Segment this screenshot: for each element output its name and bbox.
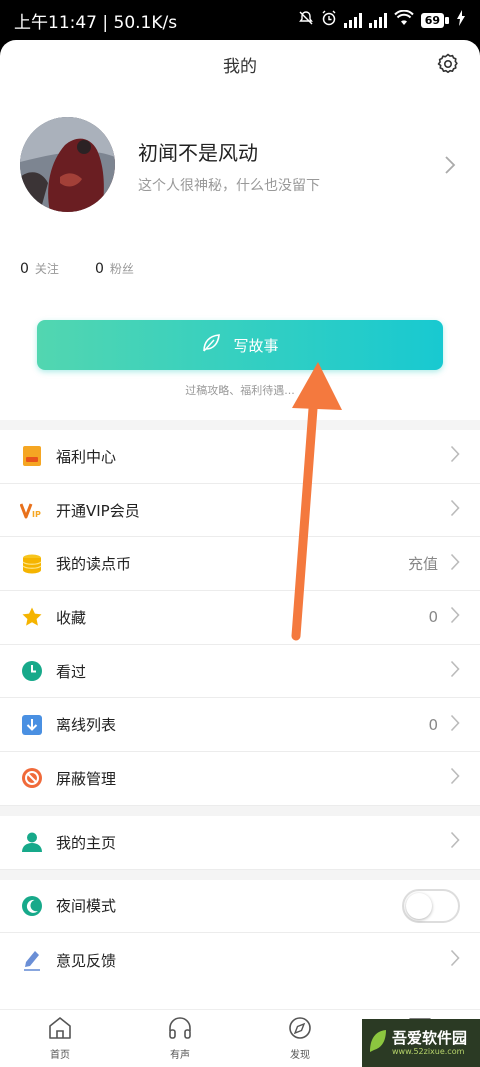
- menu-item-offline-list[interactable]: 离线列表 0: [0, 698, 480, 753]
- following-label: 关注: [34, 262, 59, 276]
- watermark-url: www.52zixue.com: [392, 1046, 465, 1056]
- section-divider: [0, 805, 480, 816]
- menu-item-feedback[interactable]: 意见反馈: [0, 933, 480, 987]
- download-icon: [20, 713, 44, 737]
- person-icon: [20, 830, 44, 854]
- menu-label: 福利中心: [56, 447, 117, 466]
- toggle-knob: [406, 892, 432, 919]
- vip-icon: IP: [20, 498, 44, 522]
- fans-label: 粉丝: [109, 262, 134, 276]
- menu-item-vip[interactable]: IP 开通VIP会员: [0, 484, 480, 538]
- moon-icon: [20, 894, 44, 918]
- write-story-label: 写故事: [233, 336, 279, 355]
- title-bar: 我的: [0, 40, 480, 88]
- battery-level: 69: [420, 12, 444, 28]
- charging-icon: [456, 9, 466, 31]
- leaf-logo-icon: [368, 1028, 388, 1058]
- avatar[interactable]: [20, 117, 115, 212]
- wifi-icon: [393, 9, 414, 31]
- menu-item-history[interactable]: 看过: [0, 645, 480, 699]
- fans-count: 0: [94, 261, 104, 277]
- stats-bar: 0 关注 0 粉丝: [20, 260, 134, 277]
- status-bar: 上午11:47 | 50.1K/s 69: [0, 0, 480, 40]
- chevron-right-icon: [450, 714, 460, 736]
- menu-label: 看过: [56, 662, 87, 681]
- pen-icon: [20, 948, 44, 972]
- svg-text:IP: IP: [32, 510, 41, 519]
- fans-stat[interactable]: 0 粉丝: [95, 260, 134, 277]
- signal-1-icon: [343, 12, 362, 28]
- night-mode-toggle[interactable]: [402, 888, 460, 923]
- chevron-right-icon: [450, 831, 460, 853]
- tab-audio[interactable]: 有声: [120, 1010, 240, 1067]
- chevron-right-icon: [450, 553, 460, 575]
- menu-item-welfare-center[interactable]: 福利中心: [0, 430, 480, 484]
- section-divider: [0, 420, 480, 430]
- clock-icon: [20, 659, 44, 683]
- page-title: 我的: [223, 56, 257, 77]
- menu-item-my-homepage[interactable]: 我的主页: [0, 816, 480, 870]
- menu-label: 意见反馈: [56, 951, 117, 970]
- menu-label: 离线列表: [56, 716, 117, 735]
- menu-label: 收藏: [56, 608, 87, 627]
- chevron-right-icon: [450, 949, 460, 971]
- gift-icon: [20, 444, 44, 468]
- tab-label: 发现: [290, 1050, 310, 1061]
- status-time: 上午11:47 | 50.1K/s: [14, 12, 178, 33]
- menu-item-favorites[interactable]: 收藏 0: [0, 591, 480, 645]
- menu-section-main: 福利中心 IP 开通VIP会员 我的读点币 充值 收藏 0 看过 离线列表 0 …: [0, 420, 480, 987]
- menu-item-night-mode: 夜间模式: [0, 880, 480, 934]
- following-count: 0: [20, 261, 29, 277]
- star-icon: [20, 605, 44, 629]
- home-icon: [47, 1016, 73, 1043]
- offline-count: 0: [428, 715, 438, 734]
- app-screen: 我的 初闻不是风动 这个人很神秘，什么也没留下 0 关注 0 粉丝 写故事 过稿…: [0, 40, 480, 1067]
- compass-icon: [287, 1016, 313, 1043]
- chevron-right-icon: [450, 660, 460, 682]
- alarm-icon: [321, 10, 337, 31]
- recharge-link[interactable]: 充值: [408, 553, 438, 574]
- username: 初闻不是风动: [138, 141, 258, 165]
- coins-icon: [20, 552, 44, 576]
- tab-label: 有声: [170, 1050, 190, 1061]
- section-divider: [0, 869, 480, 880]
- menu-label: 开通VIP会员: [56, 501, 140, 520]
- write-story-button[interactable]: 写故事: [37, 320, 443, 370]
- favorites-count: 0: [428, 608, 438, 627]
- user-bio: 这个人很神秘，什么也没留下: [138, 178, 320, 194]
- chevron-right-icon: [450, 767, 460, 789]
- block-icon: [20, 766, 44, 790]
- gear-icon[interactable]: [436, 52, 460, 76]
- chevron-right-icon: [450, 499, 460, 521]
- menu-label: 我的主页: [56, 833, 117, 852]
- signal-2-icon: [368, 12, 387, 28]
- mute-icon: [298, 10, 314, 31]
- write-hint[interactable]: 过稿攻略、福利待遇...: [0, 382, 480, 398]
- following-stat[interactable]: 0 关注: [20, 260, 59, 277]
- menu-label: 我的读点币: [56, 555, 132, 574]
- site-watermark: 吾爱软件园 www.52zixue.com: [362, 1019, 480, 1067]
- chevron-right-icon: [444, 155, 456, 179]
- menu-label: 夜间模式: [56, 897, 117, 916]
- tab-label: 首页: [50, 1050, 70, 1061]
- menu-label: 屏蔽管理: [56, 769, 117, 788]
- battery-pin-icon: [445, 16, 449, 24]
- chevron-right-icon: [450, 445, 460, 467]
- menu-item-block-manage[interactable]: 屏蔽管理: [0, 752, 480, 806]
- leaf-icon: [201, 333, 221, 357]
- menu-item-read-coins[interactable]: 我的读点币 充值: [0, 537, 480, 592]
- headphones-icon: [167, 1016, 193, 1043]
- tab-discover[interactable]: 发现: [240, 1010, 360, 1067]
- chevron-right-icon: [450, 606, 460, 628]
- tab-home[interactable]: 首页: [0, 1010, 120, 1067]
- watermark-text: 吾爱软件园: [392, 1029, 468, 1048]
- profile-card[interactable]: 初闻不是风动 这个人很神秘，什么也没留下: [20, 117, 460, 212]
